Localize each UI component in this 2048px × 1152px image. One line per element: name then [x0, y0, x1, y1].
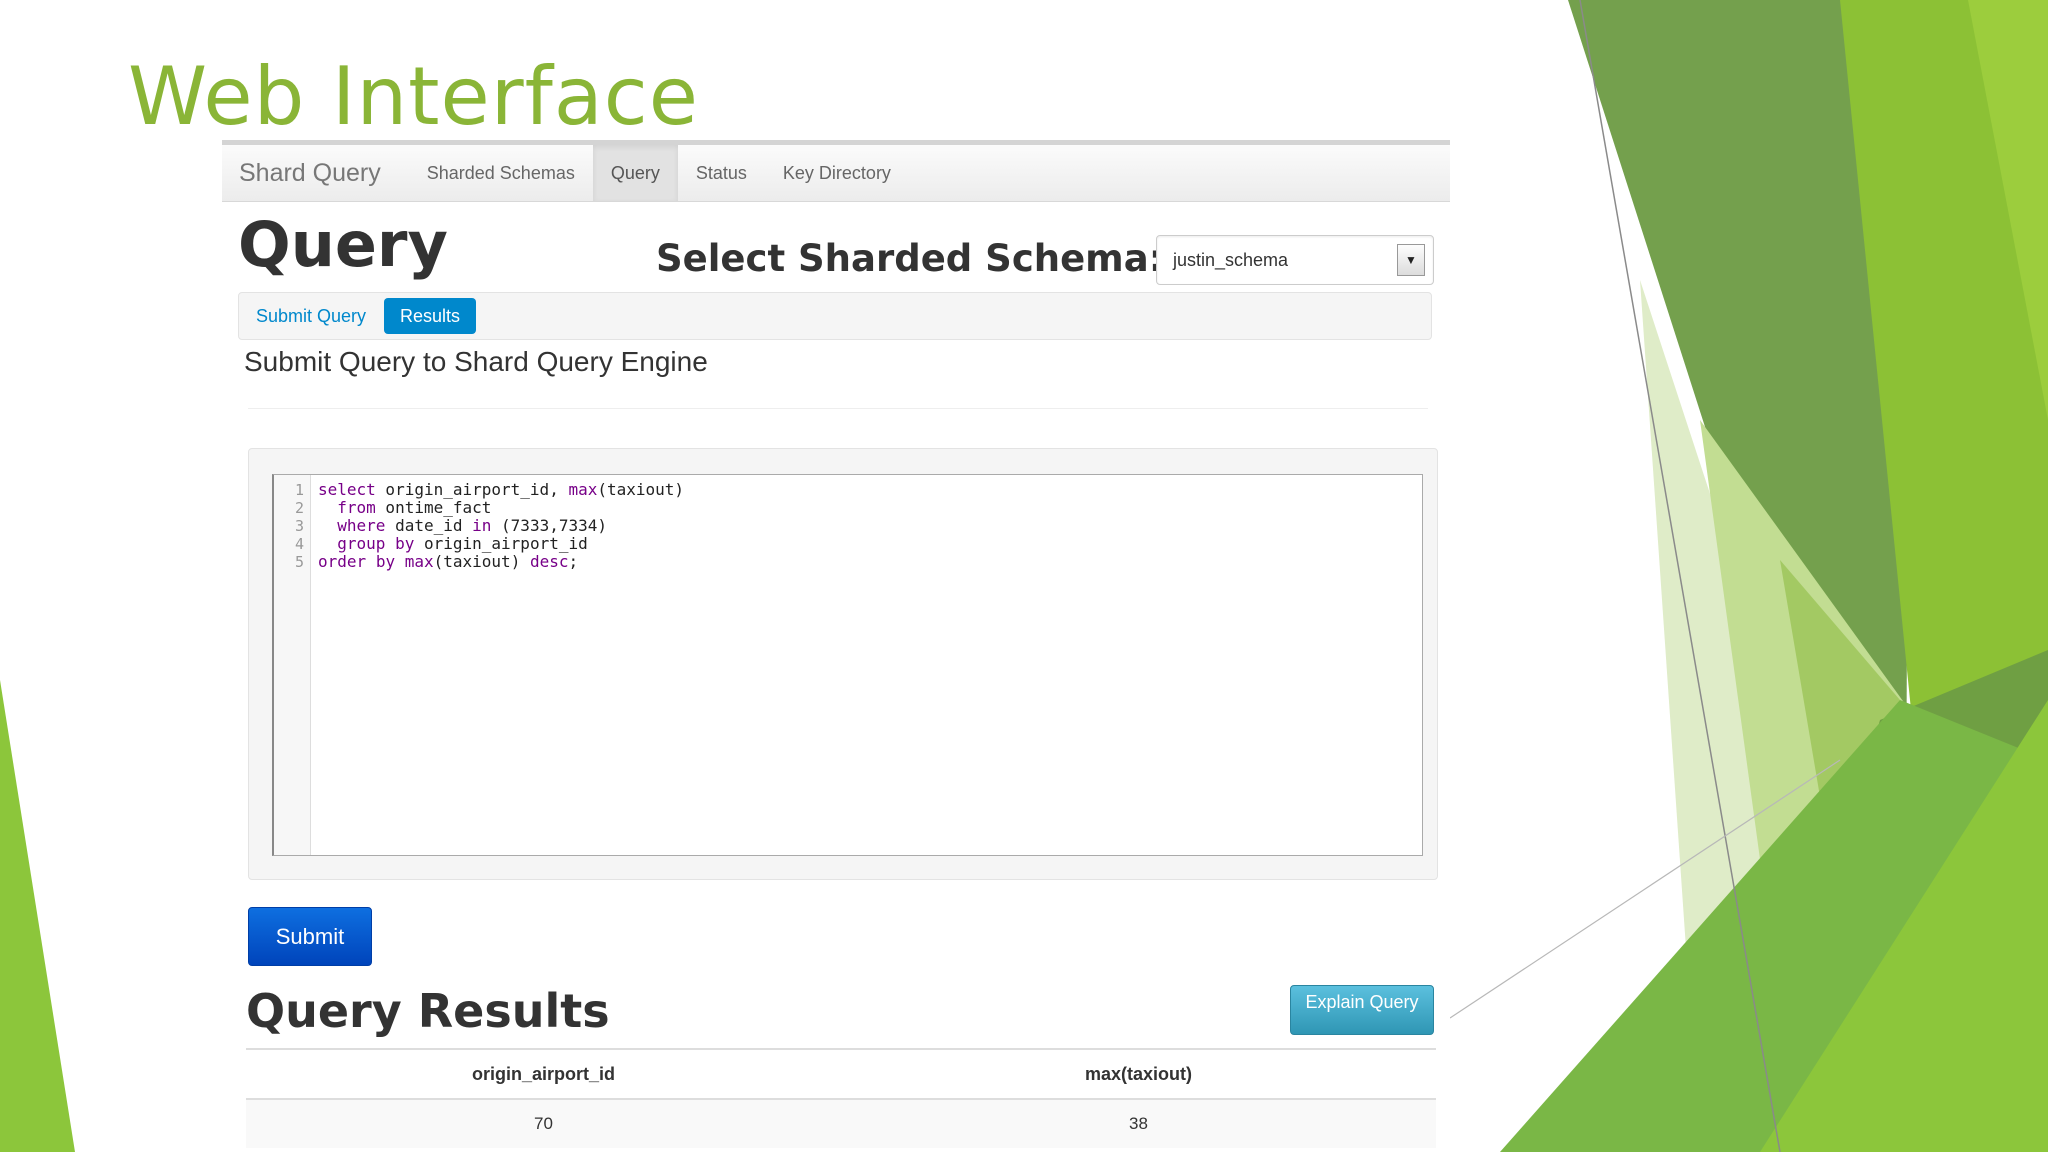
tab-submit-query[interactable]: Submit Query: [239, 298, 383, 334]
slide-title: Web Interface: [128, 50, 700, 143]
divider: [248, 408, 1428, 409]
line-number: 5: [294, 553, 304, 571]
navbar-brand[interactable]: Shard Query: [222, 145, 405, 201]
table-row: 70 38: [246, 1099, 1436, 1148]
table-header-row: origin_airport_id max(taxiout): [246, 1048, 1436, 1100]
explain-query-button[interactable]: Explain Query: [1290, 985, 1434, 1035]
sql-editor[interactable]: 1 2 3 4 5 select origin_airport_id, max(…: [272, 474, 1423, 856]
page-subtitle: Submit Query to Shard Query Engine: [244, 346, 708, 377]
nav-item-status[interactable]: Status: [678, 145, 765, 201]
table-cell: 70: [246, 1099, 841, 1148]
code-line: select origin_airport_id, max(taxiout): [318, 480, 685, 499]
code-line: order by max(taxiout) desc;: [318, 552, 579, 571]
results-table: origin_airport_id max(taxiout) 70 38: [246, 1048, 1436, 1148]
page-title: Query: [238, 208, 448, 281]
schema-select-label: Select Sharded Schema:: [656, 237, 1164, 280]
query-subnav: Submit Query Results: [238, 292, 1432, 340]
line-number: 4: [294, 535, 304, 553]
column-header: max(taxiout): [841, 1048, 1436, 1100]
line-number-gutter: 1 2 3 4 5: [274, 475, 311, 855]
code-line: from ontime_fact: [337, 498, 492, 517]
nav-item-query[interactable]: Query: [592, 145, 678, 201]
code-line: group by origin_airport_id: [337, 534, 588, 553]
line-number: 1: [294, 481, 304, 499]
schema-select[interactable]: justin_schema ▼: [1156, 235, 1434, 285]
column-header: origin_airport_id: [246, 1048, 841, 1100]
nav-item-sharded-schemas[interactable]: Sharded Schemas: [409, 145, 593, 201]
line-number: 2: [294, 499, 304, 517]
chevron-down-icon[interactable]: ▼: [1397, 244, 1425, 276]
shard-query-app: Shard Query Sharded Schemas Query Status…: [222, 140, 1450, 1152]
submit-button[interactable]: Submit: [248, 907, 372, 966]
line-number: 3: [294, 517, 304, 535]
schema-select-value: justin_schema: [1173, 250, 1289, 270]
tab-results[interactable]: Results: [384, 298, 477, 334]
code-line: where date_id in (7333,7334): [337, 516, 607, 535]
results-heading: Query Results: [246, 984, 610, 1038]
nav-item-key-directory[interactable]: Key Directory: [765, 145, 909, 201]
table-cell: 38: [841, 1099, 1436, 1148]
top-navbar: Shard Query Sharded Schemas Query Status…: [222, 140, 1450, 202]
